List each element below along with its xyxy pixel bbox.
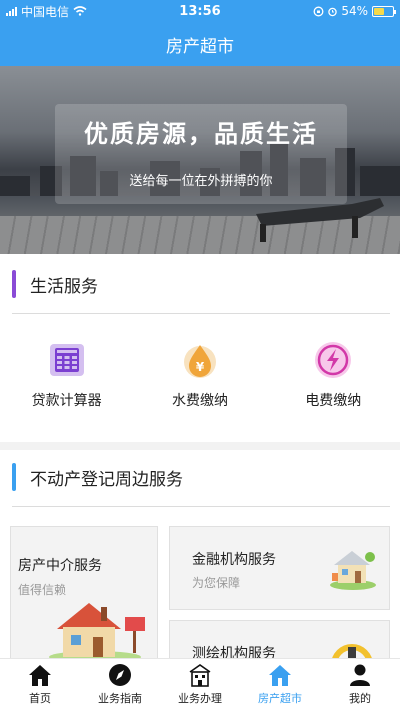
card-financial-institution[interactable]: 金融机构服务 为您保障 <box>169 526 390 610</box>
house-icon <box>49 603 145 661</box>
tab-label: 我的 <box>349 692 371 705</box>
life-services-header: 生活服务 <box>0 258 400 310</box>
divider <box>12 506 390 507</box>
calculator-icon <box>49 344 84 376</box>
service-label: 贷款计算器 <box>31 393 102 409</box>
user-icon <box>350 664 370 686</box>
property-services-header: 不动产登记周边服务 <box>0 451 400 503</box>
svg-text:¥: ¥ <box>196 360 205 374</box>
tab-label: 业务办理 <box>178 692 222 705</box>
tab-business-handling[interactable]: 业务办理 <box>160 659 240 710</box>
water-drop-icon: ¥ <box>183 345 216 378</box>
status-time: 13:56 <box>179 3 221 19</box>
villa-icon <box>330 551 376 590</box>
signal-icon <box>6 6 17 16</box>
orientation-lock-icon <box>313 6 324 16</box>
lightning-icon <box>315 342 352 378</box>
service-label: 水费缴纳 <box>171 393 228 409</box>
tab-home[interactable]: 首页 <box>0 659 80 710</box>
service-loan-calculator[interactable]: 贷款计算器 <box>0 340 133 430</box>
house-icon <box>269 665 291 686</box>
page-title: 房产超市 <box>0 22 400 66</box>
tab-business-guide[interactable]: 业务指南 <box>80 659 160 710</box>
card-title: 房产中介服务 <box>18 558 102 574</box>
compass-icon <box>109 664 131 686</box>
status-bar: 中国电信 13:56 54% <box>0 0 400 22</box>
office-building-icon <box>189 664 211 687</box>
divider <box>12 313 390 314</box>
card-real-estate-agency[interactable]: 房产中介服务 值得信赖 <box>10 526 158 661</box>
life-services-title: 生活服务 <box>30 276 98 297</box>
bottom-tab-bar: 首页 业务指南 业务办理 房产超市 我的 <box>0 658 400 710</box>
wifi-icon <box>73 6 87 16</box>
battery-icon <box>372 5 396 17</box>
tab-mine[interactable]: 我的 <box>320 659 400 710</box>
card-subtitle: 为您保障 <box>192 576 241 590</box>
home-icon <box>29 665 51 686</box>
tab-property-market[interactable]: 房产超市 <box>240 659 320 710</box>
section-accent-bar <box>12 270 16 298</box>
carrier-label: 中国电信 <box>21 4 70 19</box>
tab-label: 房产超市 <box>258 692 302 705</box>
banner-subtitle: 送给每一位在外拼搏的你 <box>129 174 273 189</box>
tab-label: 首页 <box>29 692 51 705</box>
tab-label: 业务指南 <box>98 692 142 705</box>
life-services-grid: 贷款计算器 ¥ 水费缴纳 电费缴纳 <box>0 340 400 430</box>
section-gap <box>0 442 400 450</box>
battery-percent: 54% <box>341 4 368 18</box>
section-accent-bar <box>12 463 16 491</box>
service-label: 电费缴纳 <box>305 393 362 409</box>
service-electricity-fee[interactable]: 电费缴纳 <box>267 340 400 430</box>
card-title: 金融机构服务 <box>192 552 276 568</box>
service-water-fee[interactable]: ¥ 水费缴纳 <box>133 340 266 430</box>
banner-image[interactable]: 优质房源，品质生活 送给每一位在外拼搏的你 <box>0 66 400 254</box>
property-services-title: 不动产登记周边服务 <box>30 469 183 490</box>
banner-title: 优质房源，品质生活 <box>84 119 318 148</box>
alarm-icon <box>328 7 338 16</box>
